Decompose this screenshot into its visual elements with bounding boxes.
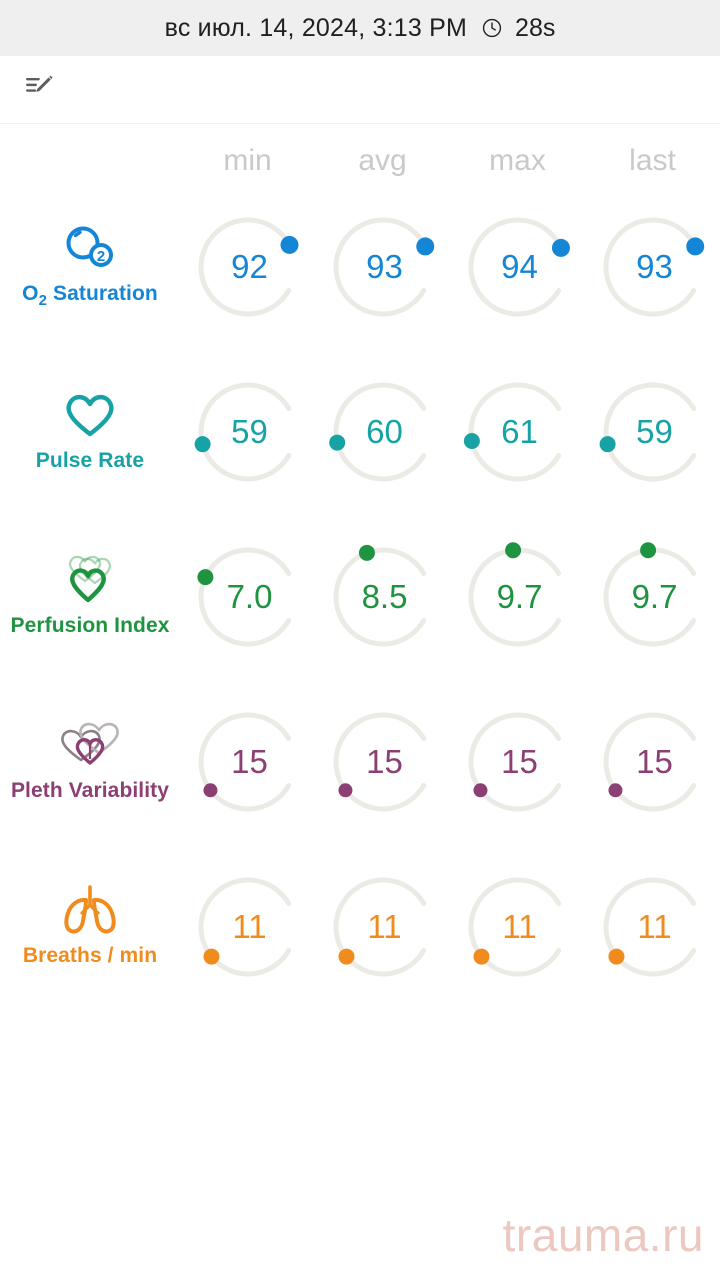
triple-heart-icon [59,552,121,608]
metric-gauges: 92 93 94 93 [180,184,720,349]
metric-gauges: 11 11 11 11 [180,844,720,1009]
double-heart-outline-icon [57,717,123,773]
gauge-breaths-per-min-last[interactable]: 11 [585,844,720,1009]
gauge-value: 9.7 [631,577,678,615]
column-header-min: min [223,144,272,177]
metric-row: 2 O2 Saturation 92 93 94 93 [0,184,720,349]
metric-row: Pulse Rate 59 60 61 59 [0,349,720,514]
gauge-breaths-per-min-max[interactable]: 11 [450,844,585,1009]
metric-gauges: 7.0 8.5 9.7 9.7 [180,514,720,679]
gauge-value: 7.0 [226,577,273,615]
metric-row: Pleth Variability 15 15 15 15 [0,679,720,844]
metric-name: Pulse Rate [35,448,145,472]
metric-label-breaths-per-min[interactable]: Breaths / min [0,844,180,1009]
svg-text:2: 2 [97,248,105,265]
toolbar [0,56,720,124]
metric-label-pulse-rate[interactable]: Pulse Rate [0,349,180,514]
metric-row: Perfusion Index 7.0 8.5 9.7 9.7 [0,514,720,679]
lungs-icon [59,882,121,938]
gauge-o2-saturation-last[interactable]: 93 [585,184,720,349]
column-header-last: last [629,144,676,177]
gauge-value: 9.7 [496,577,543,615]
metric-name: Perfusion Index [10,613,170,637]
column-header-avg: avg [358,144,407,177]
gauge-value: 59 [636,412,673,450]
gauge-pulse-rate-max[interactable]: 61 [450,349,585,514]
gauge-perfusion-index-min[interactable]: 7.0 [180,514,315,679]
edit-note-icon [23,70,57,109]
metric-row: Breaths / min 11 11 11 11 [0,844,720,1009]
gauge-pulse-rate-min[interactable]: 59 [180,349,315,514]
session-header: вс июл. 14, 2024, 3:13 PM 28s [0,0,720,56]
gauge-breaths-per-min-avg[interactable]: 11 [315,844,450,1009]
column-header-max: max [489,144,546,177]
gauge-perfusion-index-max[interactable]: 9.7 [450,514,585,679]
gauge-value: 59 [231,412,268,450]
metric-label-pleth-variability[interactable]: Pleth Variability [0,679,180,844]
gauge-o2-saturation-max[interactable]: 94 [450,184,585,349]
gauge-perfusion-index-avg[interactable]: 8.5 [315,514,450,679]
gauge-value: 11 [367,907,402,945]
session-duration: 28s [515,13,556,42]
gauge-value: 15 [231,742,268,780]
gauge-pulse-rate-last[interactable]: 59 [585,349,720,514]
heart-outline-icon [61,387,119,443]
gauge-value: 93 [366,247,403,285]
oxygen-molecule-icon: 2 [61,220,119,276]
metric-label-perfusion-index[interactable]: Perfusion Index [0,514,180,679]
metric-gauges: 59 60 61 59 [180,349,720,514]
metric-name: Breaths / min [22,943,158,967]
metric-label-o2-saturation[interactable]: 2 O2 Saturation [0,184,180,349]
edit-note-button[interactable] [16,66,64,114]
gauge-value: 11 [637,907,672,945]
gauge-value: 61 [501,412,538,450]
clock-icon [481,17,503,39]
column-headers: min avg max last [0,124,720,184]
metrics-list: 2 O2 Saturation 92 93 94 93 Pulse Rate 5… [0,184,720,1009]
gauge-pulse-rate-avg[interactable]: 60 [315,349,450,514]
gauge-o2-saturation-avg[interactable]: 93 [315,184,450,349]
gauge-value: 15 [636,742,673,780]
gauge-value: 11 [502,907,537,945]
gauge-value: 93 [636,247,673,285]
metric-name: Pleth Variability [10,778,170,802]
gauge-value: 60 [366,412,403,450]
gauge-pleth-variability-min[interactable]: 15 [180,679,315,844]
vitals-summary-screen: вс июл. 14, 2024, 3:13 PM 28s min avg ma… [0,0,720,1280]
gauge-perfusion-index-last[interactable]: 9.7 [585,514,720,679]
gauge-pleth-variability-max[interactable]: 15 [450,679,585,844]
metric-name: O2 Saturation [22,281,158,310]
gauge-value: 94 [501,247,538,285]
gauge-value: 8.5 [361,577,408,615]
gauge-o2-saturation-min[interactable]: 92 [180,184,315,349]
session-datetime: вс июл. 14, 2024, 3:13 PM [164,13,468,42]
gauge-pleth-variability-last[interactable]: 15 [585,679,720,844]
gauge-breaths-per-min-min[interactable]: 11 [180,844,315,1009]
gauge-value: 11 [232,907,267,945]
gauge-value: 15 [366,742,403,780]
metric-gauges: 15 15 15 15 [180,679,720,844]
gauge-value: 92 [231,247,268,285]
watermark: trauma.ru [502,1209,704,1261]
gauge-value: 15 [501,742,538,780]
gauge-pleth-variability-avg[interactable]: 15 [315,679,450,844]
